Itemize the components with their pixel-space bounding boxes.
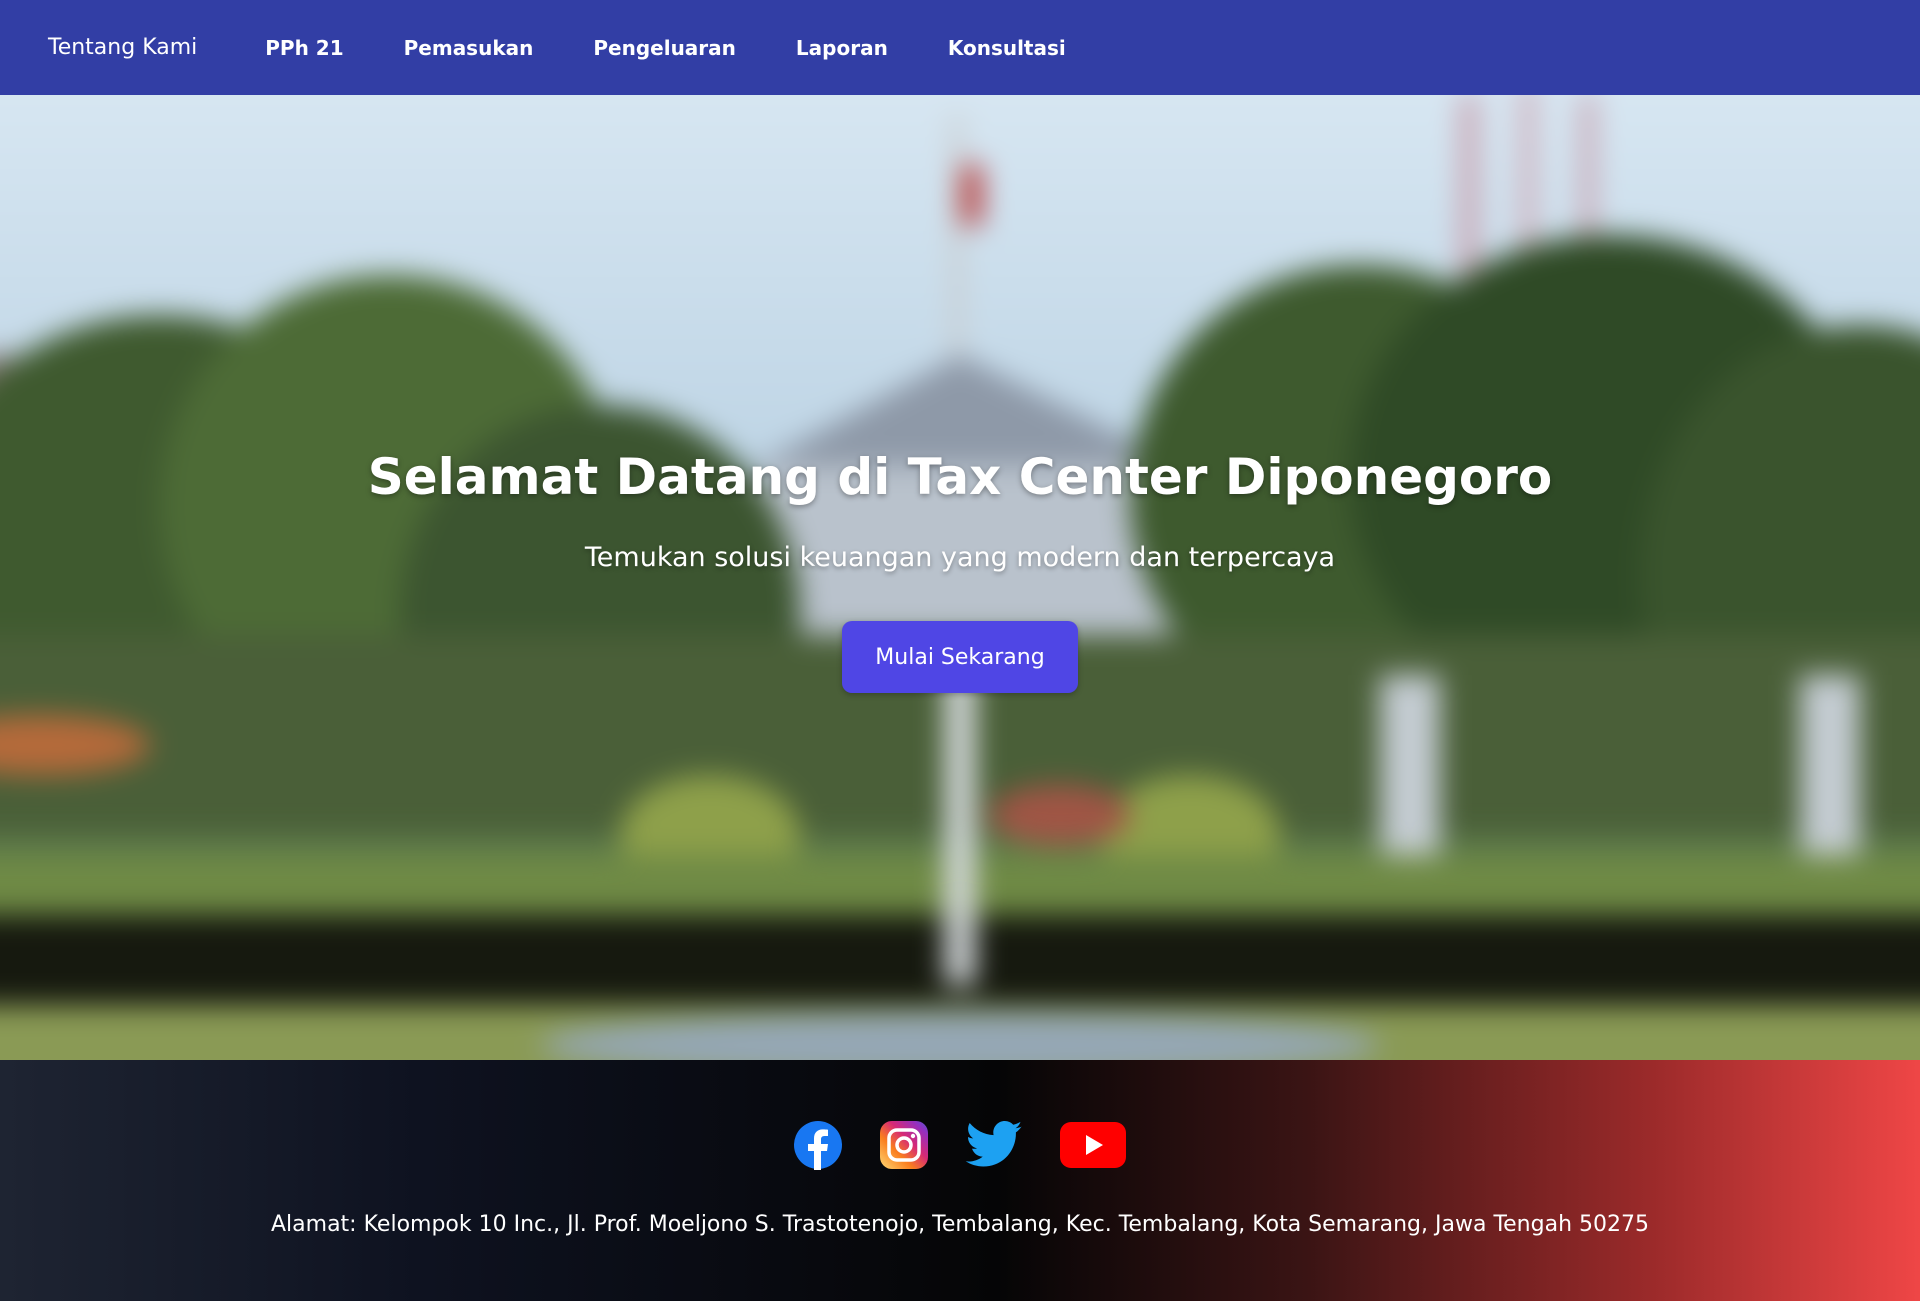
facebook-icon[interactable] (793, 1120, 843, 1174)
nav-link-laporan[interactable]: Laporan (796, 36, 888, 60)
mulai-sekarang-button[interactable]: Mulai Sekarang (842, 621, 1078, 693)
top-navbar: Tentang Kami PPh 21 Pemasukan Pengeluara… (0, 0, 1920, 95)
nav-link-pph21[interactable]: PPh 21 (265, 36, 343, 60)
nav-link-pemasukan[interactable]: Pemasukan (404, 36, 534, 60)
hero-subtitle: Temukan solusi keuangan yang modern dan … (584, 542, 1336, 573)
hero-content: Selamat Datang di Tax Center Diponegoro … (0, 95, 1920, 1060)
hero-section: Selamat Datang di Tax Center Diponegoro … (0, 95, 1920, 1060)
footer: Alamat: Kelompok 10 Inc., Jl. Prof. Moel… (0, 1060, 1920, 1301)
hero-title: Selamat Datang di Tax Center Diponegoro (367, 448, 1553, 506)
instagram-icon[interactable] (879, 1120, 929, 1174)
twitter-icon[interactable] (965, 1120, 1023, 1174)
nav-brand-tentang-kami[interactable]: Tentang Kami (48, 35, 197, 60)
nav-link-pengeluaran[interactable]: Pengeluaran (593, 36, 736, 60)
nav-link-konsultasi[interactable]: Konsultasi (948, 36, 1066, 60)
footer-address: Alamat: Kelompok 10 Inc., Jl. Prof. Moel… (271, 1212, 1649, 1237)
social-links (793, 1120, 1127, 1174)
youtube-icon[interactable] (1059, 1120, 1127, 1174)
